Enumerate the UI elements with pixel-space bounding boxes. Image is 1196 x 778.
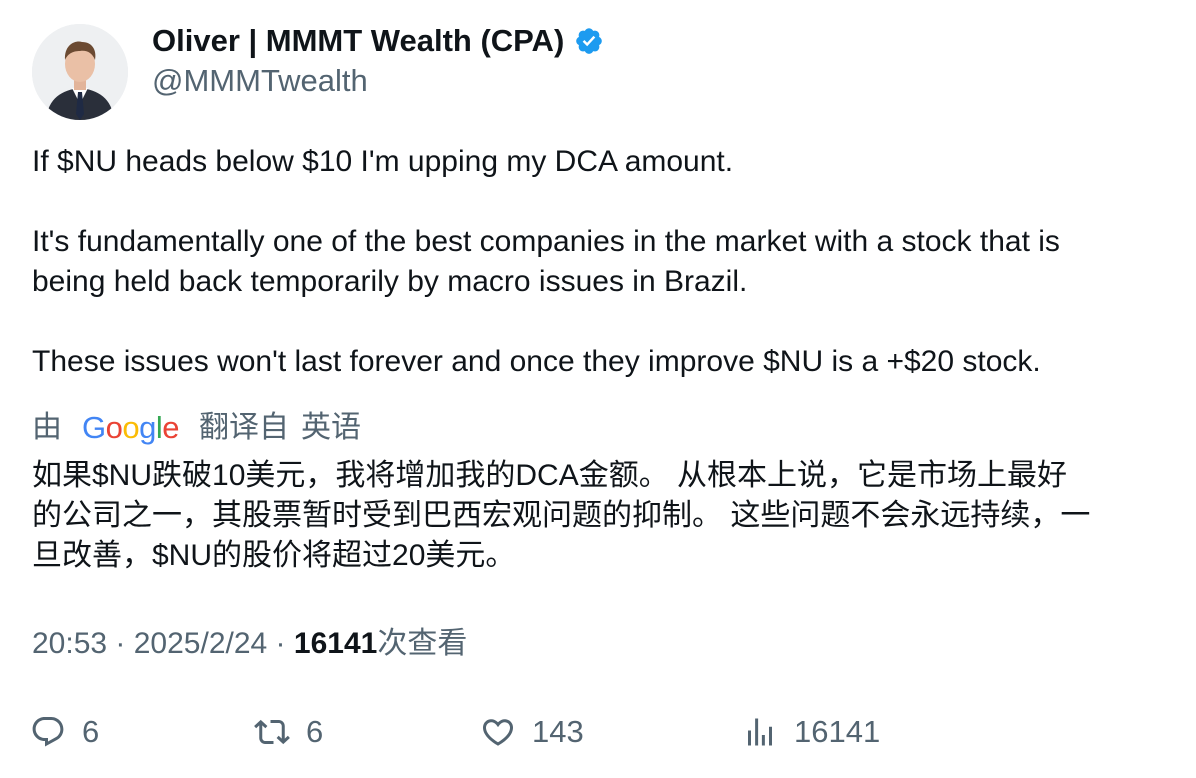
retweet-icon (254, 719, 290, 745)
views-label: 次查看 (377, 627, 468, 660)
reply-count: 6 (82, 714, 100, 749)
display-name[interactable]: Oliver | MMMT Wealth (CPA) (152, 22, 604, 60)
like-count: 143 (532, 714, 584, 749)
tweet-time[interactable]: 20:53 (32, 627, 107, 660)
bar-chart-icon (748, 718, 772, 746)
heart-icon (482, 719, 514, 746)
views-button[interactable]: 16141 (742, 710, 880, 754)
meta-separator: · (107, 627, 134, 660)
tweet-paragraph: being held back temporarily by macro iss… (32, 265, 748, 298)
views-action-count: 16141 (794, 714, 881, 749)
tweet: Oliver | MMMT Wealth (CPA) @MMMTwealth I… (0, 0, 1196, 778)
source-language: 英语 (301, 411, 362, 444)
retweet-count: 6 (306, 714, 324, 749)
tweet-meta: 20:53 · 2025/2/24 · 16141次查看 (32, 624, 467, 664)
tweet-date[interactable]: 2025/2/24 (134, 627, 267, 660)
tweet-paragraph: It's fundamentally one of the best compa… (32, 225, 1060, 258)
tweet-paragraph: These issues won't last forever and once… (32, 345, 1041, 378)
reply-button[interactable]: 6 (30, 710, 99, 754)
verified-badge-icon (574, 26, 604, 56)
handle[interactable]: @MMMTwealth (152, 62, 368, 100)
action-bar: 6 6 143 16141 (0, 710, 1196, 758)
translated-by-label: 由 (32, 411, 62, 444)
reply-icon (32, 717, 64, 747)
google-logo: Google (82, 410, 180, 445)
tweet-paragraph: If $NU heads below $10 I'm upping my DCA… (32, 145, 734, 178)
translated-from-label[interactable]: 翻译自 英语 (199, 408, 361, 448)
translated-from-text: 翻译自 (199, 411, 290, 444)
translation-attribution: 由 Google 翻译自 英语 (32, 408, 361, 448)
translated-text: 如果$NU跌破10美元，我将增加我的DCA金额。 从根本上说，它是市场上最好 的… (32, 459, 1091, 572)
tweet-text: If $NU heads below $10 I'm upping my DCA… (32, 142, 1164, 382)
avatar[interactable] (32, 24, 128, 120)
meta-separator: · (267, 627, 294, 660)
retweet-button[interactable]: 6 (254, 710, 323, 754)
like-button[interactable]: 143 (480, 710, 584, 754)
display-name-text[interactable]: Oliver | MMMT Wealth (CPA) (152, 22, 564, 60)
views-count: 16141 (293, 627, 378, 660)
